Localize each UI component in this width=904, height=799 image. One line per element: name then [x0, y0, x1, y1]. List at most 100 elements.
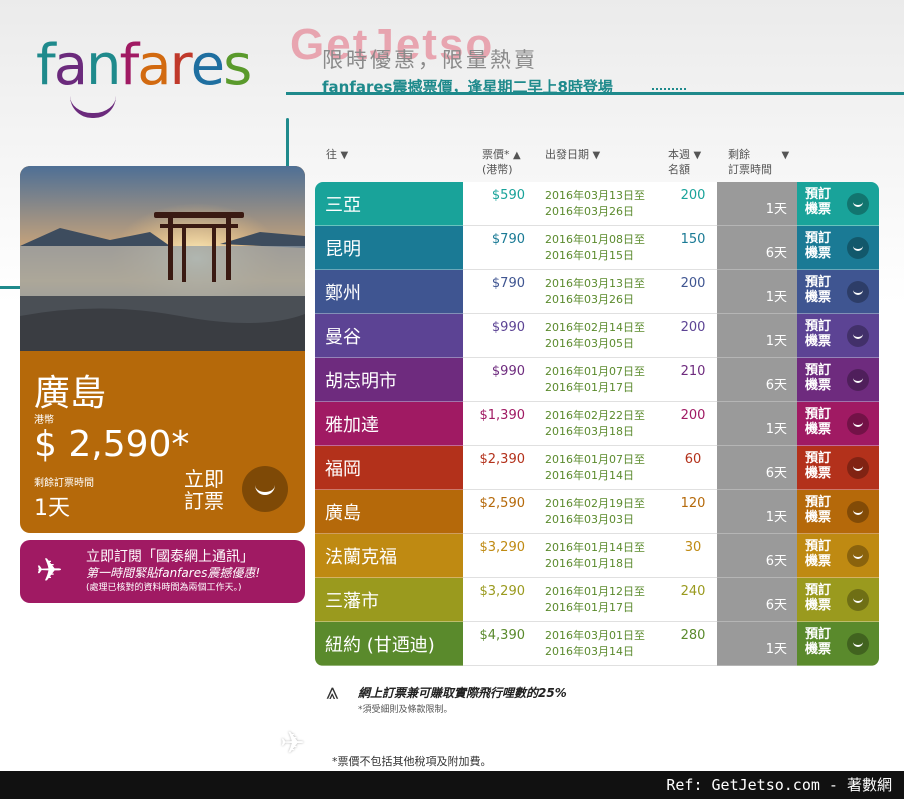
quota-value: 210 — [680, 364, 706, 379]
fare-info-cell: $990 2016年01月07日至 2016年01月17日 210 — [463, 358, 717, 402]
book-button[interactable]: 預訂 機票 — [797, 402, 879, 446]
table-row[interactable]: 紐約 (甘迺迪) $4,390 2016年03月01日至 2016年03月14日 280… — [315, 622, 879, 666]
header-depart[interactable]: 出發日期 ▼ — [545, 148, 600, 163]
remain-value: 1天 — [765, 510, 787, 525]
depart-dates: 2016年01月14日至 2016年01月18日 — [545, 540, 645, 572]
header-quota[interactable]: 本週 ▼ 名額 — [668, 148, 701, 177]
book-button[interactable]: 預訂 機票 — [797, 622, 879, 666]
sort-down-icon: ▼ — [781, 150, 790, 161]
fare-info-cell: $2,390 2016年01月07日至 2016年01月14日 60 — [463, 446, 717, 490]
remain-value: 1天 — [765, 642, 787, 657]
featured-card[interactable]: 廣島 港幣 $ 2,590* 剩餘訂票時間 1天 立即 訂票 — [20, 166, 305, 533]
depart-to: 2016年01月17日 — [545, 601, 634, 614]
price-value: $790 — [491, 276, 525, 291]
depart-dates: 2016年02月19日至 2016年03月03日 — [545, 496, 645, 528]
book-button[interactable]: 預訂 機票 — [797, 182, 879, 226]
header-remain[interactable]: 剩餘 ▼ 訂票時間 — [728, 148, 789, 177]
headline: 限時優惠，限量熱賣 — [322, 48, 538, 72]
book-button[interactable]: 預訂 機票 — [797, 270, 879, 314]
smile-icon — [847, 633, 869, 655]
depart-from: 2016年03月01日至 — [545, 629, 645, 642]
table-row[interactable]: 三藩市 $3,290 2016年01月12日至 2016年01月17日 240 6天 預訂機… — [315, 578, 879, 622]
connector-line — [224, 600, 227, 740]
depart-dates: 2016年01月07日至 2016年01月14日 — [545, 452, 645, 484]
depart-to: 2016年03月26日 — [545, 205, 634, 218]
smile-icon — [847, 457, 869, 479]
price-value: $990 — [491, 364, 525, 379]
depart-to: 2016年03月18日 — [545, 425, 634, 438]
table-row[interactable]: 廣島 $2,590 2016年02月19日至 2016年03月03日 120 1天 預訂 機票 — [315, 490, 879, 534]
logo-letter: f — [119, 33, 140, 98]
fare-info-cell: $4,390 2016年03月01日至 2016年03月14日 280 — [463, 622, 717, 666]
quota-value: 280 — [680, 628, 706, 643]
table-row[interactable]: 雅加達 $1,390 2016年02月22日至 2016年03月18日 200 1天 預訂機… — [315, 402, 879, 446]
fare-info-cell: $990 2016年02月14日至 2016年03月05日 200 — [463, 314, 717, 358]
remain-value: 6天 — [765, 554, 787, 569]
depart-dates: 2016年03月13日至 2016年03月26日 — [545, 188, 645, 220]
book-button[interactable]: 預訂 機票 — [797, 446, 879, 490]
subscribe-banner[interactable]: ✈ 立即訂閱「國泰網上通訊」 第一時間緊貼fanfares震撼優惠! (處理已核… — [20, 540, 305, 603]
sort-up-icon: ▲ — [513, 150, 521, 161]
book-label: 預訂 機票 — [805, 495, 832, 525]
depart-to: 2016年01月18日 — [545, 557, 634, 570]
remain-value: 6天 — [765, 466, 787, 481]
book-label: 預訂 機票 — [805, 231, 832, 261]
quota-value: 120 — [680, 496, 706, 511]
subscribe-line-2: 第一時間緊貼fanfares震撼優惠! — [86, 566, 261, 580]
depart-to: 2016年03月03日 — [545, 513, 634, 526]
depart-from: 2016年02月22日至 — [545, 409, 645, 422]
table-row[interactable]: 福岡 $2,390 2016年01月07日至 2016年01月14日 60 6天 預訂 機票 — [315, 446, 879, 490]
remain-value: 6天 — [765, 378, 787, 393]
fare-info-cell: $790 2016年01月08日至 2016年01月15日 150 — [463, 226, 717, 270]
smile-icon — [847, 501, 869, 523]
remain-cell: 1天 — [717, 182, 797, 226]
price-value: $590 — [491, 188, 525, 203]
table-row[interactable]: 三亞 $590 2016年03月13日至 2016年03月26日 200 1天 預訂 機票 — [315, 182, 879, 226]
featured-book-button[interactable]: 立即 訂票 — [184, 468, 224, 512]
table-row[interactable]: 法蘭克福 $3,290 2016年01月14日至 2016年01月18日 30 6天 預訂機… — [315, 534, 879, 578]
depart-from: 2016年03月13日至 — [545, 277, 645, 290]
header-price[interactable]: 票價* ▲ (港幣) — [482, 148, 521, 177]
remain-cell: 1天 — [717, 270, 797, 314]
quota-value: 200 — [680, 408, 706, 423]
connector-line — [0, 440, 22, 443]
remain-value: 1天 — [765, 290, 787, 305]
table-row[interactable]: 胡志明市 $990 2016年01月07日至 2016年01月17日 210 6天 預訂 機票 — [315, 358, 879, 402]
table-row[interactable]: 昆明 $790 2016年01月08日至 2016年01月15日 150 6天 預訂 機票 — [315, 226, 879, 270]
remain-cell: 6天 — [717, 358, 797, 402]
price-value: $4,390 — [479, 628, 526, 643]
book-button[interactable]: 預訂 機票 — [797, 314, 879, 358]
credit-bar: Ref: GetJetso.com - 著數網 — [0, 771, 904, 799]
smile-icon — [847, 545, 869, 567]
price-value: $990 — [491, 320, 525, 335]
remain-cell: 1天 — [717, 622, 797, 666]
featured-city: 廣島 — [34, 373, 107, 414]
depart-from: 2016年02月19日至 — [545, 497, 645, 510]
smile-icon — [847, 589, 869, 611]
header-destination[interactable]: 往 ▼ — [326, 148, 348, 163]
table-row[interactable]: 鄭州 $790 2016年03月13日至 2016年03月26日 200 1天 預訂 機票 — [315, 270, 879, 314]
asia-miles-icon: ⩓ — [326, 680, 339, 705]
book-button[interactable]: 預訂 機票 — [797, 358, 879, 402]
sort-down-icon: ▼ — [340, 150, 349, 161]
depart-from: 2016年01月12日至 — [545, 585, 645, 598]
depart-dates: 2016年01月07日至 2016年01月17日 — [545, 364, 645, 396]
quota-value: 240 — [680, 584, 706, 599]
table-row[interactable]: 曼谷 $990 2016年02月14日至 2016年03月05日 200 1天 預訂 機票 — [315, 314, 879, 358]
book-label: 預訂 機票 — [805, 583, 832, 613]
depart-from: 2016年01月07日至 — [545, 453, 645, 466]
book-button[interactable]: 預訂 機票 — [797, 578, 879, 622]
fanfares-logo: fanfares — [36, 33, 252, 98]
book-button[interactable]: 預訂 機票 — [797, 226, 879, 270]
book-button[interactable]: 預訂 機票 — [797, 490, 879, 534]
book-button[interactable]: 預訂 機票 — [797, 534, 879, 578]
book-label: 預訂 機票 — [805, 319, 832, 349]
destination-cell: 三亞 — [315, 182, 463, 226]
logo-letter: s — [223, 33, 252, 98]
miles-note: *須受細則及條款限制。 — [358, 705, 453, 715]
destination-cell: 曼谷 — [315, 314, 463, 358]
book-label: 預訂 機票 — [805, 187, 832, 217]
fare-info-cell: $3,290 2016年01月12日至 2016年01月17日 240 — [463, 578, 717, 622]
smile-icon[interactable] — [242, 466, 288, 512]
smile-icon — [847, 369, 869, 391]
